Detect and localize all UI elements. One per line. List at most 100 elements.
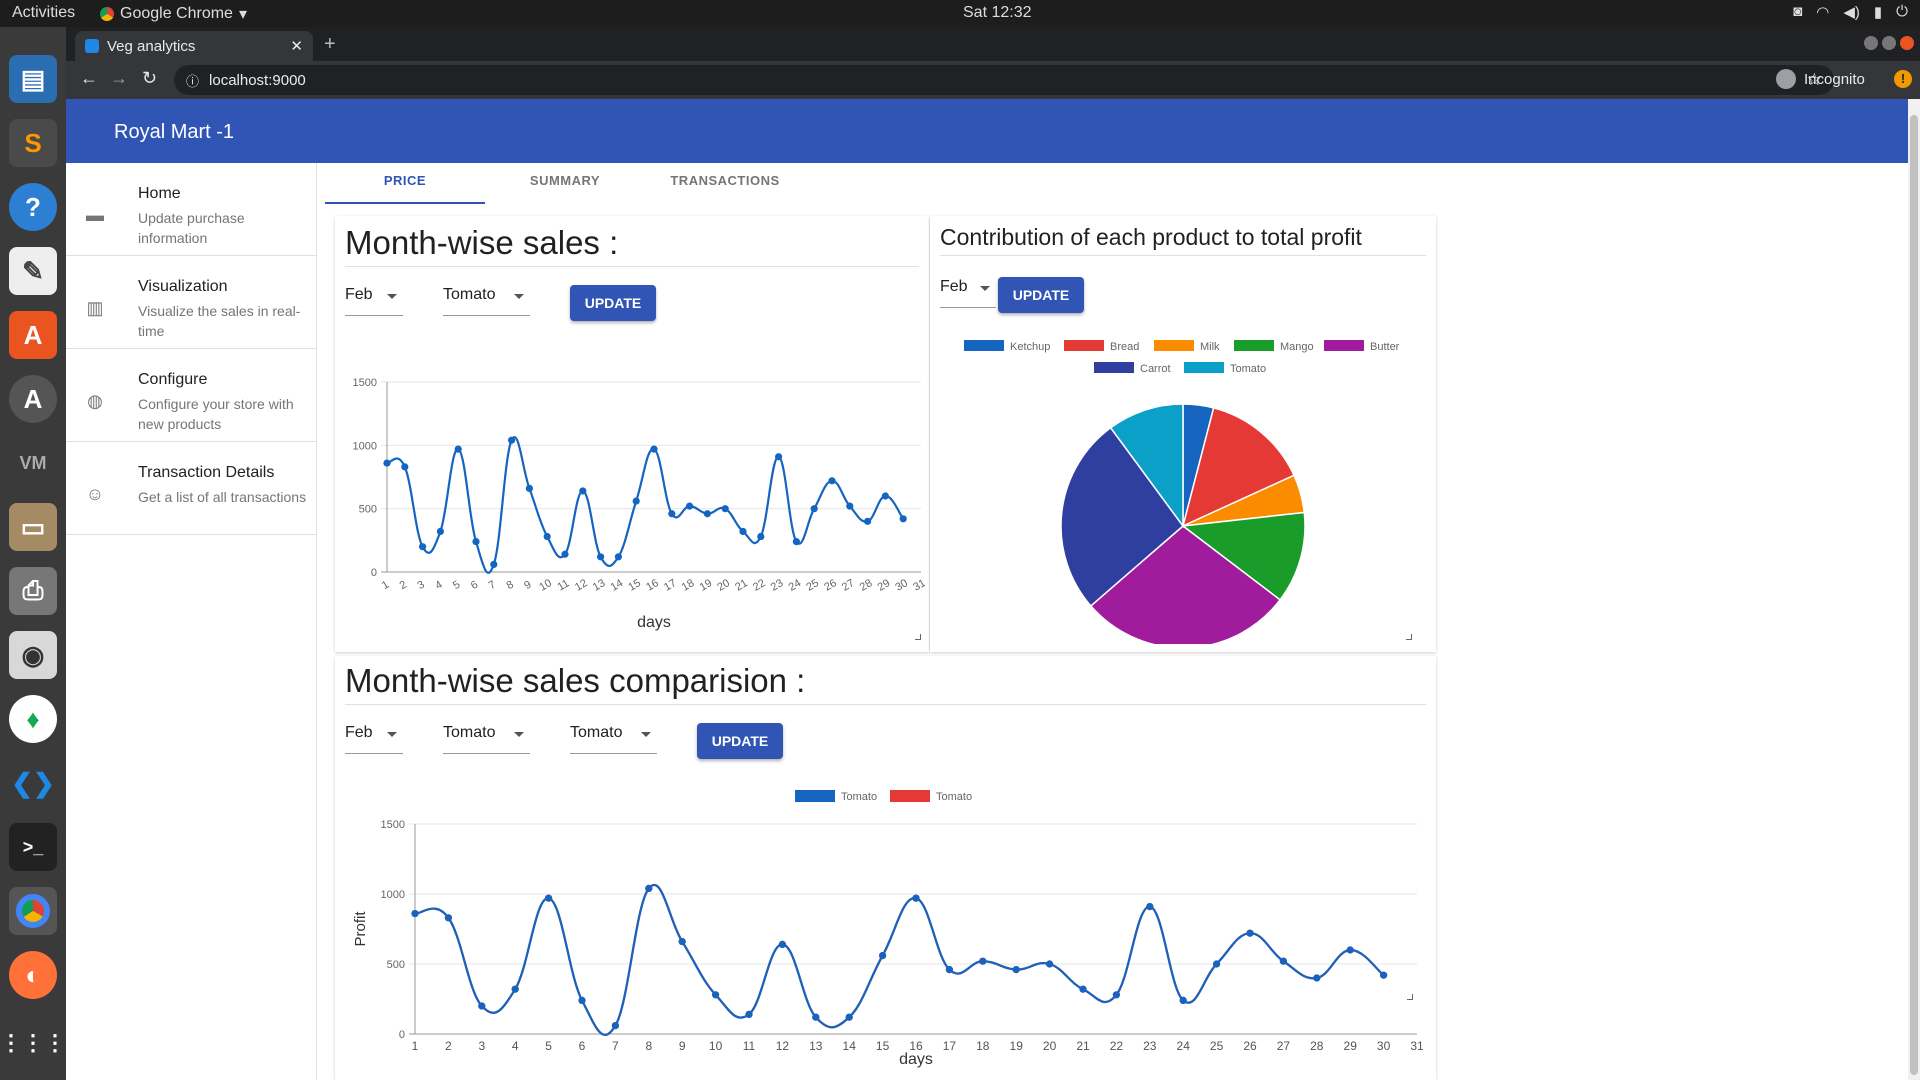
x-tick-label: 22 xyxy=(751,577,768,594)
cmp-product2-select[interactable]: Tomato xyxy=(570,724,657,754)
app-menu[interactable]: Google Chrome ▾ xyxy=(100,4,247,24)
reload-icon[interactable]: ↻ xyxy=(142,68,157,89)
forward-icon[interactable]: → xyxy=(110,68,128,89)
maximize-button[interactable] xyxy=(1882,36,1896,50)
resize-handle[interactable] xyxy=(1406,634,1412,640)
help-icon[interactable]: ? xyxy=(9,183,57,231)
data-point xyxy=(1079,985,1087,993)
clock[interactable]: Sat 12:32 xyxy=(963,4,1032,22)
x-tick-label: 8 xyxy=(645,1039,652,1053)
data-point xyxy=(912,894,920,902)
update-alert-icon[interactable]: ! xyxy=(1894,70,1912,88)
terminal-icon[interactable]: >_ xyxy=(9,823,57,871)
firefox-icon[interactable]: ◐ xyxy=(9,951,57,999)
legend-swatch xyxy=(1184,362,1224,373)
resize-handle[interactable] xyxy=(1407,994,1413,1000)
legend-label: Milk xyxy=(1200,341,1220,353)
y-tick-label: 0 xyxy=(399,1029,405,1041)
system-tray[interactable]: ◙ ◠ ◀) ▮ ⏻ xyxy=(1793,3,1908,21)
chrome-icon xyxy=(100,7,114,21)
software-center-icon[interactable]: A xyxy=(9,311,57,359)
text-editor-icon[interactable]: ✎ xyxy=(9,247,57,295)
x-tick-label: 31 xyxy=(1410,1039,1424,1053)
data-point xyxy=(490,560,498,568)
x-tick-label: 1 xyxy=(412,1039,419,1053)
month-select[interactable]: Feb xyxy=(345,286,403,316)
vim-icon[interactable]: VM xyxy=(9,439,57,487)
chevron-down-icon xyxy=(980,286,990,291)
cmp-update-button[interactable]: UPDATE xyxy=(697,723,783,759)
cmp-month-select[interactable]: Feb xyxy=(345,724,403,754)
close-icon[interactable]: ✕ xyxy=(290,37,303,55)
product-select[interactable]: Tomato xyxy=(443,286,530,316)
sidebar-item-title: Transaction Details xyxy=(138,464,275,481)
writer-icon[interactable]: ▤ xyxy=(9,55,57,103)
x-tick-label: 31 xyxy=(911,577,925,594)
data-point xyxy=(1146,903,1154,911)
address-bar[interactable]: ⓘ localhost:9000 ☆ xyxy=(174,65,1834,95)
sidebar-item-home[interactable]: ▬ Home Update purchase information xyxy=(66,163,316,256)
browser-tab[interactable]: Veg analytics ✕ xyxy=(75,31,313,61)
data-point xyxy=(579,487,587,495)
x-tick-label: 23 xyxy=(1143,1039,1157,1053)
data-point xyxy=(645,884,653,892)
speaker-icon[interactable]: ◉ xyxy=(9,631,57,679)
dock: ▤ S ? ✎ A A VM ▭ ⎙ ◉ ♦ ❮❯ >_ ◐ ⋮⋮⋮ xyxy=(0,27,66,1080)
x-tick-label: 18 xyxy=(976,1039,990,1053)
globe-icon: ◍ xyxy=(87,391,103,411)
data-point xyxy=(508,436,516,444)
data-point xyxy=(614,553,622,561)
tab-price[interactable]: PRICE xyxy=(325,173,485,188)
pie-month-select[interactable]: Feb xyxy=(940,278,996,308)
comparison-card: Month-wise sales comparision : Feb Tomat… xyxy=(335,656,1436,1080)
data-point xyxy=(1279,957,1287,965)
x-tick-label: 3 xyxy=(478,1039,485,1053)
scanner-icon[interactable]: ⎙ xyxy=(9,567,57,615)
sublime-icon[interactable]: S xyxy=(9,119,57,167)
app-bar: Royal Mart -1 xyxy=(66,99,1908,163)
cmp-product1-select[interactable]: Tomato xyxy=(443,724,530,754)
y-tick-label: 500 xyxy=(359,504,377,516)
data-point xyxy=(611,1022,619,1030)
data-point xyxy=(578,996,586,1004)
scrollbar-thumb[interactable] xyxy=(1910,115,1918,1075)
os-top-bar: Activities Google Chrome ▾ Sat 12:32 ◙ ◠… xyxy=(0,0,1920,27)
new-tab-button[interactable]: + xyxy=(324,33,336,56)
chevron-down-icon xyxy=(641,732,651,737)
incognito-indicator[interactable]: Incognito xyxy=(1776,69,1865,89)
react-icon xyxy=(85,39,99,53)
resize-handle[interactable] xyxy=(915,634,921,640)
vscode-icon[interactable]: ❮❯ xyxy=(9,759,57,807)
sidebar-item-visualization[interactable]: ▥ Visualization Visualize the sales in r… xyxy=(66,256,316,349)
y-tick-label: 1000 xyxy=(381,889,405,901)
data-point xyxy=(899,515,907,523)
close-window-button[interactable] xyxy=(1900,36,1914,50)
update-button[interactable]: UPDATE xyxy=(570,285,656,321)
series-line xyxy=(386,436,905,574)
page-scrollbar[interactable] xyxy=(1908,99,1920,1080)
series-line xyxy=(414,884,1385,1036)
sidebar-item-configure[interactable]: ◍ Configure Configure your store with ne… xyxy=(66,349,316,442)
data-point xyxy=(1046,960,1054,968)
sidebar-item-transactions[interactable]: ☺ Transaction Details Get a list of all … xyxy=(66,442,316,535)
activities-button[interactable]: Activities xyxy=(12,4,75,22)
apps-grid-icon[interactable]: ⋮⋮⋮ xyxy=(0,1019,66,1067)
chrome-dock-icon[interactable] xyxy=(9,887,57,935)
tab-transactions[interactable]: TRANSACTIONS xyxy=(645,173,805,188)
series-line xyxy=(414,884,1385,1036)
x-tick-label: 18 xyxy=(680,577,697,594)
minimize-button[interactable] xyxy=(1864,36,1878,50)
sidebar-item-desc: Get a list of all transactions xyxy=(138,489,307,505)
legend-label: Carrot xyxy=(1140,363,1171,375)
updater-icon[interactable]: A xyxy=(9,375,57,423)
back-icon[interactable]: ← xyxy=(80,68,98,89)
browser-toolbar: ← → ↻ ⓘ localhost:9000 ☆ Incognito ! xyxy=(66,61,1920,99)
data-point xyxy=(879,952,887,960)
data-point xyxy=(845,1013,853,1021)
bar-chart-icon: ▥ xyxy=(86,298,104,318)
files-icon[interactable]: ▭ xyxy=(9,503,57,551)
tab-summary[interactable]: SUMMARY xyxy=(485,173,645,188)
pie-update-button[interactable]: UPDATE xyxy=(998,277,1084,313)
data-point xyxy=(472,538,480,546)
mongodb-icon[interactable]: ♦ xyxy=(9,695,57,743)
